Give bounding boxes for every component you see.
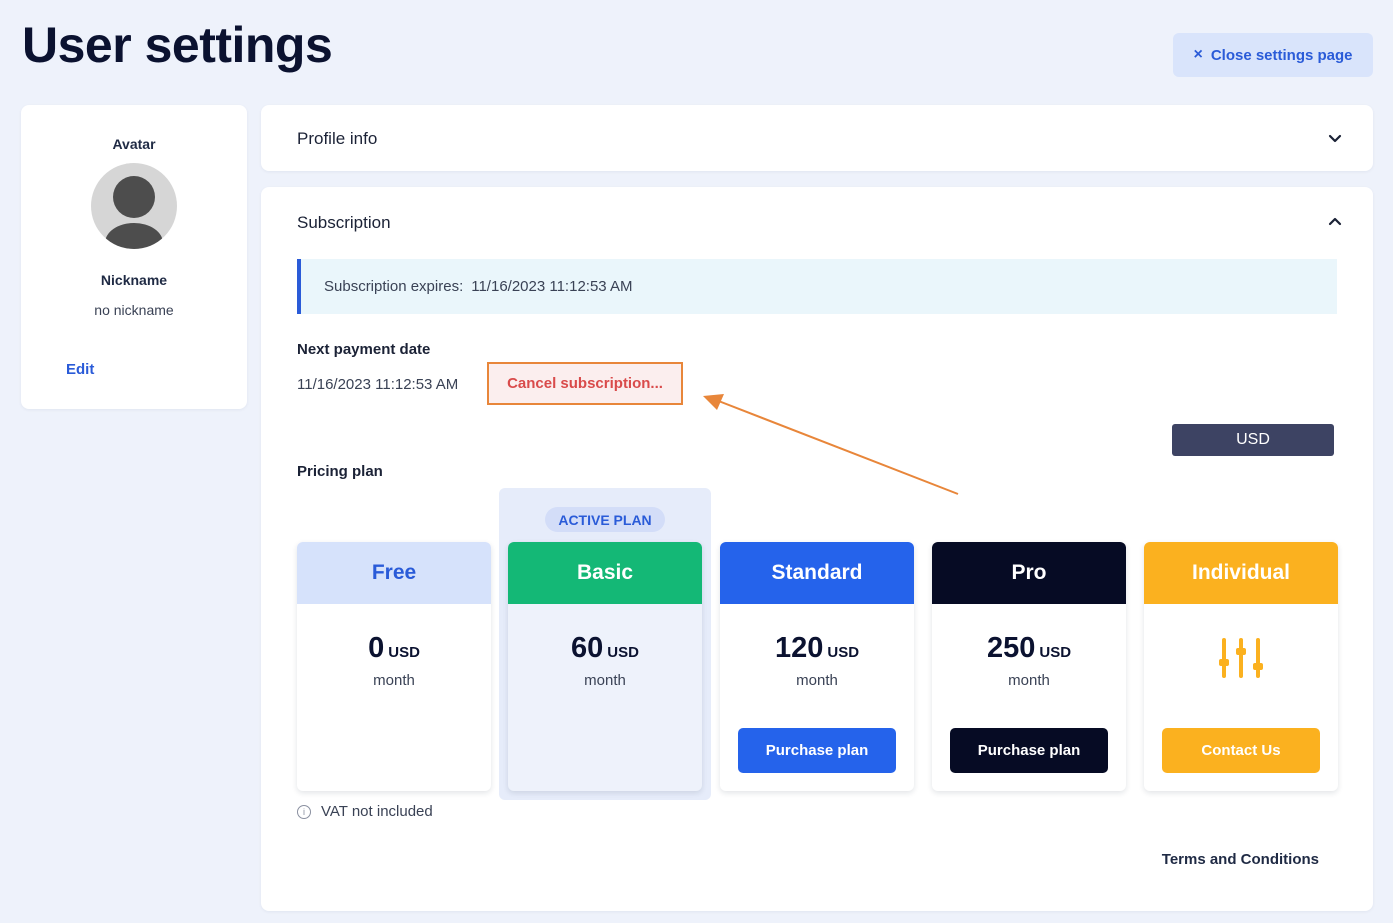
plan-price: 0 USD: [297, 632, 491, 665]
close-settings-button[interactable]: × Close settings page: [1173, 33, 1373, 77]
plan-price-currency: USD: [827, 644, 860, 661]
plan-period: month: [373, 672, 415, 689]
purchase-standard-button[interactable]: Purchase plan: [738, 728, 896, 773]
plan-period: month: [584, 672, 626, 689]
plan-name: Standard: [720, 542, 914, 604]
plan-price-currency: USD: [1039, 644, 1072, 661]
plan-price-value: 250: [986, 632, 1036, 664]
profile-sidebar-card: Avatar Nickname no nickname Edit: [21, 105, 247, 409]
plan-price-value: 0: [368, 632, 385, 664]
info-icon: i: [297, 804, 311, 819]
plan-price: 120 USD: [720, 632, 914, 665]
page-title: User settings: [22, 17, 333, 73]
avatar-label: Avatar: [112, 136, 156, 152]
plan-period: month: [796, 672, 838, 689]
cancel-subscription-button[interactable]: Cancel subscription...: [487, 362, 683, 405]
active-plan-badge: ACTIVE PLAN: [545, 507, 665, 532]
plan-price: 60 USD: [508, 632, 702, 665]
next-payment-label: Next payment date: [297, 341, 431, 358]
nickname-value: no nickname: [94, 302, 174, 318]
avatar-head-shape: [113, 176, 155, 218]
close-settings-label: Close settings page: [1210, 46, 1353, 64]
plan-card-individual: Individual Contact Us: [1144, 542, 1338, 791]
plan-price: 250 USD: [932, 632, 1126, 665]
vat-note-text: VAT not included: [321, 803, 433, 820]
profile-info-title: Profile info: [297, 129, 378, 148]
expiry-label: Subscription expires:: [324, 278, 464, 295]
plan-period: month: [1008, 672, 1050, 689]
plan-card-pro: Pro 250 USD month Purchase plan: [932, 542, 1126, 791]
plan-name: Free: [297, 542, 491, 604]
plan-name: Pro: [932, 542, 1126, 604]
expiry-value: 11/16/2023 11:12:53 AM: [471, 278, 633, 295]
plan-price-currency: USD: [388, 644, 420, 661]
subscription-expiry-banner: Subscription expires: 11/16/2023 11:12:5…: [297, 259, 1337, 314]
avatar-body-shape: [105, 223, 163, 249]
subscription-section: Subscription Subscription expires: 11/16…: [261, 187, 1373, 911]
next-payment-value: 11/16/2023 11:12:53 AM: [297, 376, 459, 393]
chevron-up-icon[interactable]: [1327, 213, 1343, 229]
plan-price-currency: USD: [607, 644, 639, 661]
subscription-title: Subscription: [297, 213, 391, 232]
close-icon: ×: [1193, 46, 1203, 63]
plan-price-value: 120: [774, 632, 824, 664]
edit-profile-link[interactable]: Edit: [66, 361, 94, 378]
sliders-icon: [1219, 638, 1263, 678]
avatar: [91, 163, 177, 249]
purchase-pro-button[interactable]: Purchase plan: [950, 728, 1108, 773]
pricing-plan-label: Pricing plan: [297, 463, 383, 480]
vat-note: i VAT not included: [297, 803, 433, 820]
contact-us-button[interactable]: Contact Us: [1162, 728, 1320, 773]
plan-price-value: 60: [571, 632, 604, 664]
plan-name: Individual: [1144, 542, 1338, 604]
plan-card-basic: Basic 60 USD month: [508, 542, 702, 791]
currency-select[interactable]: USD: [1172, 424, 1334, 456]
plan-name: Basic: [508, 542, 702, 604]
profile-info-section[interactable]: Profile info: [261, 105, 1373, 171]
nickname-label: Nickname: [100, 272, 168, 288]
plan-card-standard: Standard 120 USD month Purchase plan: [720, 542, 914, 791]
plan-card-free: Free 0 USD month: [297, 542, 491, 791]
chevron-down-icon[interactable]: [1327, 131, 1343, 147]
terms-and-conditions-link[interactable]: Terms and Conditions: [1162, 851, 1319, 868]
